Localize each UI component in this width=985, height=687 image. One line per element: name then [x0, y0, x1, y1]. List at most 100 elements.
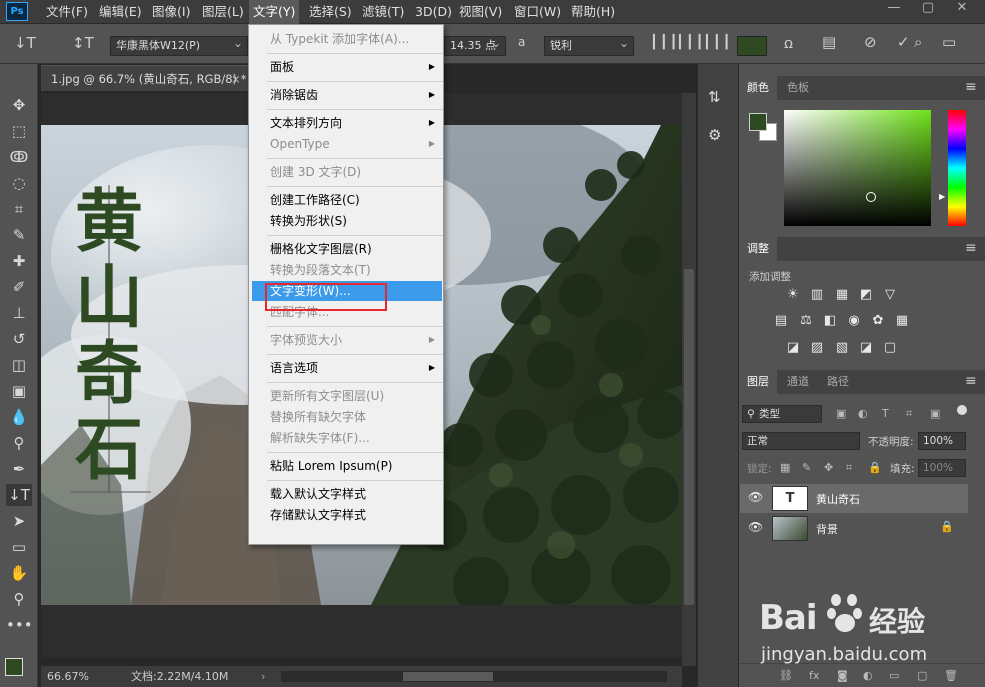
hue-slider[interactable] [948, 110, 966, 226]
hand-tool-icon[interactable]: ✋ [6, 562, 32, 584]
horizontal-scrollbar[interactable] [281, 671, 667, 682]
type-tool-icon[interactable]: ↓T [6, 484, 32, 506]
menu-select[interactable]: 选择(S) [305, 0, 356, 24]
toggle-orientation-icon[interactable]: ↕T [72, 34, 94, 52]
blend-mode-select[interactable]: 正常 [742, 432, 860, 450]
shape-tool-icon[interactable]: ▭ [6, 536, 32, 558]
menu-item-6[interactable]: 文本排列方向 ▶ [249, 113, 443, 133]
invert-icon[interactable]: ◪ [784, 340, 802, 356]
quick-select-tool-icon[interactable]: ◌ [6, 172, 32, 194]
layer-name[interactable]: 黄山奇石 [816, 491, 860, 507]
workspace-icon[interactable]: ▭ [942, 33, 956, 51]
filter-toggle-icon[interactable] [957, 405, 967, 415]
more-tools-icon[interactable]: ••• [6, 614, 33, 636]
tab-channels[interactable]: 通道 [779, 370, 817, 394]
gradient-map-icon[interactable]: ◪ [857, 340, 875, 356]
menu-edit[interactable]: 编辑(E) [95, 0, 146, 24]
channel-mixer-icon[interactable]: ✿ [869, 313, 887, 329]
vibrance-icon[interactable]: ▽ [881, 287, 899, 303]
history-brush-tool-icon[interactable]: ↺ [6, 328, 32, 350]
selective-color-icon[interactable]: ▢ [881, 340, 899, 356]
close-tab-icon[interactable]: × [231, 66, 241, 92]
lasso-tool-icon[interactable]: ↂ [6, 146, 32, 168]
tab-layers[interactable]: 图层 [739, 370, 777, 394]
properties-panel-icon[interactable]: ⚙ [708, 126, 721, 144]
search-icon[interactable]: ⌕ [914, 33, 922, 51]
menu-filter[interactable]: 滤镜(T) [358, 0, 408, 24]
menu-file[interactable]: 文件(F) [42, 0, 92, 24]
tab-adjustments[interactable]: 调整 [739, 237, 777, 261]
threshold-icon[interactable]: ▧ [833, 340, 851, 356]
lock-position-icon[interactable]: ✥ [824, 461, 833, 474]
posterize-icon[interactable]: ▨ [808, 340, 826, 356]
color-picker-cursor[interactable] [866, 192, 876, 202]
foreground-color-swatch[interactable] [5, 658, 23, 676]
status-arrow-icon[interactable]: › [261, 666, 265, 687]
visibility-eye-icon[interactable]: 👁 [748, 520, 763, 534]
eraser-tool-icon[interactable]: ◫ [6, 354, 32, 376]
gradient-tool-icon[interactable]: ▣ [6, 380, 32, 402]
align-center-icon[interactable]: ┃┃┃ [676, 35, 705, 50]
tab-paths[interactable]: 路径 [819, 370, 857, 394]
scroll-thumb[interactable] [684, 269, 694, 605]
menu-type[interactable]: 文字(Y) [249, 0, 300, 24]
commit-icon[interactable]: ✓ [897, 33, 910, 51]
warp-text-icon[interactable]: ꭥ [784, 33, 793, 53]
dodge-tool-icon[interactable]: ⚲ [6, 432, 32, 454]
zoom-tool-icon[interactable]: ⚲ [6, 588, 32, 610]
layer-name[interactable]: 背景 [816, 521, 838, 537]
vertical-scrollbar[interactable] [682, 93, 696, 666]
filter-adjustment-icon[interactable]: ◐ [858, 407, 868, 420]
menu-item-29[interactable]: 载入默认文字样式 [249, 484, 443, 504]
adjust-panel-menu-icon[interactable]: ≡ [965, 240, 977, 256]
color-field[interactable] [784, 110, 931, 226]
hue-saturation-icon[interactable]: ▤ [772, 313, 790, 329]
menu-item-2[interactable]: 面板 ▶ [249, 57, 443, 77]
hue-slider-handle-icon[interactable]: ▶ [939, 192, 945, 201]
fill-input[interactable]: 100% [918, 459, 966, 477]
menu-item-21[interactable]: 语言选项 ▶ [249, 358, 443, 378]
filter-smart-icon[interactable]: ▣ [930, 407, 940, 420]
lock-pixels-icon[interactable]: ✎ [802, 461, 811, 474]
maximize-icon[interactable]: ▢ [912, 0, 944, 18]
filter-pixel-icon[interactable]: ▣ [836, 407, 846, 420]
path-select-tool-icon[interactable]: ➤ [6, 510, 32, 532]
photo-filter-icon[interactable]: ◉ [845, 313, 863, 329]
document-tab[interactable]: 1.jpg @ 66.7% (黄山奇石, RGB/8) * × [41, 65, 251, 91]
marquee-tool-icon[interactable]: ⬚ [6, 120, 32, 142]
layers-panel-menu-icon[interactable]: ≡ [965, 373, 977, 389]
brush-tool-icon[interactable]: ✐ [6, 276, 32, 298]
tab-swatches[interactable]: 色板 [779, 76, 817, 100]
opacity-input[interactable]: 100% [918, 432, 966, 450]
h-scroll-thumb[interactable] [403, 672, 493, 681]
minimize-icon[interactable]: — [878, 0, 910, 18]
color-balance-icon[interactable]: ⚖ [797, 313, 815, 329]
eyedropper-tool-icon[interactable]: ✎ [6, 224, 32, 246]
layer-filter-select[interactable]: ⚲ 类型 [742, 405, 822, 423]
levels-icon[interactable]: ▥ [808, 287, 826, 303]
menu-image[interactable]: 图像(I) [148, 0, 194, 24]
healing-tool-icon[interactable]: ✚ [6, 250, 32, 272]
align-bottom-icon[interactable]: ┃┃┃ [703, 35, 732, 50]
close-window-icon[interactable]: ✕ [946, 0, 978, 18]
menu-view[interactable]: 视图(V) [455, 0, 506, 24]
layer-row-background[interactable]: 👁 背景 🔒 [740, 514, 968, 543]
menu-layer[interactable]: 图层(L) [198, 0, 248, 24]
menu-item-30[interactable]: 存储默认文字样式 [249, 505, 443, 525]
menu-item-12[interactable]: 转换为形状(S) [249, 211, 443, 231]
black-white-icon[interactable]: ◧ [821, 313, 839, 329]
color-panel-menu-icon[interactable]: ≡ [965, 79, 977, 95]
lock-transparent-icon[interactable]: ▦ [780, 461, 790, 474]
cancel-icon[interactable]: ⊘ [864, 33, 877, 51]
menu-item-4[interactable]: 消除锯齿 ▶ [249, 85, 443, 105]
menu-window[interactable]: 窗口(W) [510, 0, 565, 24]
vertical-type-tool-icon[interactable]: ↓T [14, 34, 36, 52]
font-size-select[interactable]: 14.35 点 [444, 36, 506, 56]
lock-artboard-icon[interactable]: ⌗ [846, 461, 852, 475]
visibility-eye-icon[interactable]: 👁 [748, 490, 763, 504]
tab-color[interactable]: 颜色 [739, 76, 777, 100]
curves-icon[interactable]: ▦ [833, 287, 851, 303]
exposure-icon[interactable]: ◩ [857, 287, 875, 303]
menu-help[interactable]: 帮助(H) [567, 0, 619, 24]
menu-item-14[interactable]: 栅格化文字图层(R) [249, 239, 443, 259]
